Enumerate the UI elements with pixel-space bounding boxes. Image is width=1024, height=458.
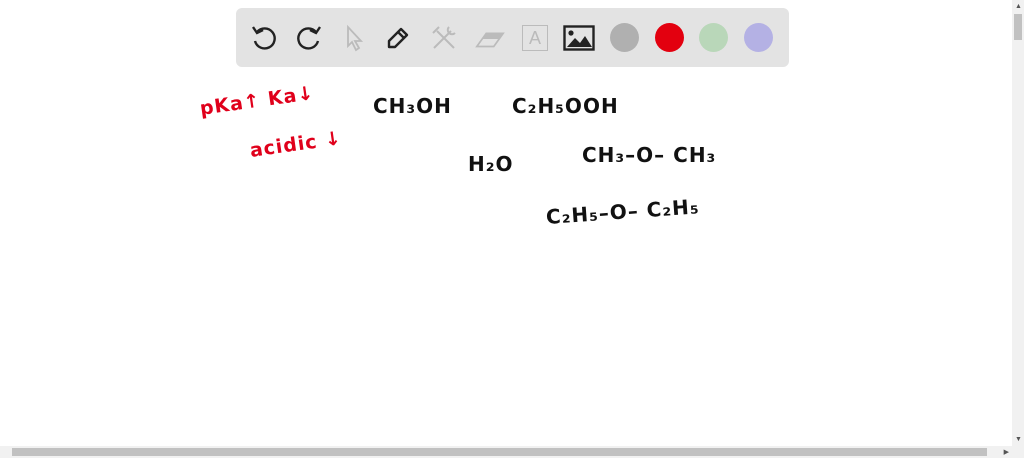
scroll-up-arrow[interactable]: ▲ <box>1015 3 1022 10</box>
vertical-scrollbar[interactable]: ▲ ▼ <box>1012 0 1024 446</box>
handwritten-note-pka: pKa↑ Ka↓ <box>198 82 316 120</box>
handwritten-formula-diethyl-ether: C₂H₅–O– C₂H₅ <box>545 194 701 229</box>
handwritten-note-acidic: acidic ↓ <box>248 127 344 162</box>
pen-tool[interactable] <box>382 22 414 54</box>
image-icon <box>563 25 595 51</box>
color-swatch-green[interactable] <box>699 23 728 52</box>
undo-icon <box>252 26 276 50</box>
handwritten-formula-acid: C₂H₅OOH <box>512 94 619 118</box>
vertical-scroll-thumb[interactable] <box>1014 14 1022 40</box>
handwritten-formula-dimethyl-ether: CH₃–O– CH₃ <box>582 143 717 167</box>
scroll-right-arrow[interactable]: ▶ <box>1004 449 1009 456</box>
redo-button[interactable] <box>293 22 325 54</box>
redo-icon <box>297 26 321 50</box>
handwritten-formula-methanol: CH₃OH <box>373 94 452 118</box>
drawing-toolbar: A <box>236 8 789 67</box>
color-swatch-red[interactable] <box>655 23 684 52</box>
text-tool[interactable]: A <box>519 22 551 54</box>
pen-icon <box>387 27 409 49</box>
image-tool[interactable] <box>563 22 595 54</box>
tools-button[interactable] <box>428 22 460 54</box>
color-swatch-gray[interactable] <box>610 23 639 52</box>
horizontal-scroll-thumb[interactable] <box>12 448 987 456</box>
text-icon: A <box>522 25 548 51</box>
eraser-tool[interactable] <box>474 22 506 54</box>
undo-button[interactable] <box>248 22 280 54</box>
scroll-down-arrow[interactable]: ▼ <box>1015 436 1022 443</box>
scrollbar-corner <box>1012 446 1024 458</box>
select-tool[interactable] <box>338 22 370 54</box>
horizontal-scrollbar[interactable]: ▶ <box>0 446 1012 458</box>
color-swatch-purple[interactable] <box>744 23 773 52</box>
eraser-icon <box>475 32 505 48</box>
tools-icon <box>432 26 456 49</box>
handwritten-formula-water: H₂O <box>468 152 514 176</box>
whiteboard-canvas[interactable]: pKa↑ Ka↓ acidic ↓ CH₃OH C₂H₅OOH H₂O CH₃–… <box>0 70 1012 446</box>
select-pointer-icon <box>347 24 364 52</box>
